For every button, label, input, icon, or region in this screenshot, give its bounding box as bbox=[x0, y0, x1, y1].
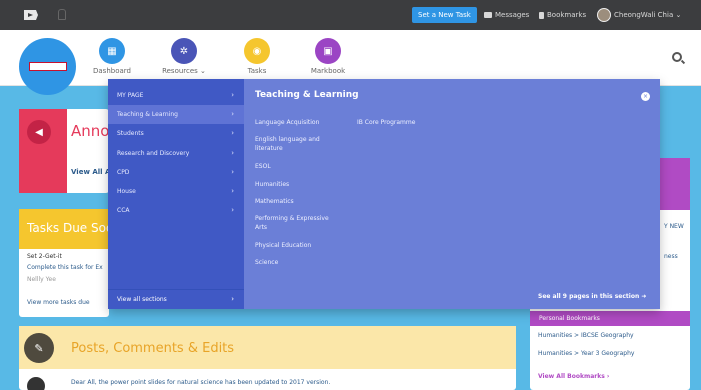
posts-title: Posts, Comments & Edits bbox=[71, 341, 235, 356]
envelope-icon bbox=[484, 12, 492, 18]
view-more-tasks-link[interactable]: View more tasks due bbox=[27, 299, 90, 306]
chevron-right-icon: › bbox=[231, 206, 234, 214]
submenu-link[interactable]: Humanities bbox=[255, 180, 335, 189]
submenu-link[interactable]: Physical Education bbox=[255, 241, 335, 250]
bookmarks-label: Bookmarks bbox=[547, 11, 587, 19]
menu-item-students[interactable]: Students › bbox=[108, 124, 244, 143]
chevron-right-icon: › bbox=[231, 295, 234, 303]
menu-item-cca[interactable]: CCA › bbox=[108, 201, 244, 220]
resources-icon: ✲ bbox=[171, 38, 197, 64]
dashboard-icon: ▦ bbox=[99, 38, 125, 64]
chevron-right-icon: › bbox=[231, 110, 234, 118]
nav-resources[interactable]: ✲ Resources ⌄ bbox=[159, 38, 209, 75]
menu-item-my-page[interactable]: MY PAGE › bbox=[108, 86, 244, 105]
menu-item-label: Teaching & Learning bbox=[117, 111, 178, 118]
task-item-link[interactable]: Complete this task for Ex bbox=[27, 264, 103, 271]
menu-item-label: Research and Discovery bbox=[117, 150, 190, 157]
menu-item-cpd[interactable]: CPD › bbox=[108, 163, 244, 182]
submenu-link[interactable]: IB Core Programme bbox=[357, 118, 447, 127]
menu-item-label: House bbox=[117, 188, 136, 195]
view-all-sections-label: View all sections bbox=[117, 296, 167, 303]
task-item-title: Set 2-Get-it bbox=[27, 253, 62, 260]
nav-tasks[interactable]: ◉ Tasks bbox=[232, 38, 282, 75]
nav-label: Tasks bbox=[247, 67, 267, 75]
app-logo-icon[interactable] bbox=[22, 8, 40, 22]
chevron-right-icon: › bbox=[231, 129, 234, 137]
arrow-right-icon: ➜ bbox=[641, 293, 647, 300]
comments-icon: ✎ bbox=[24, 333, 54, 363]
bookmark-link[interactable]: Humanities > Year 3 Geography bbox=[538, 350, 634, 357]
announcements-title: Anno bbox=[71, 122, 110, 140]
markbook-icon: ▣ bbox=[315, 38, 341, 64]
bookmark-icon bbox=[539, 11, 544, 19]
nav-dashboard[interactable]: ▦ Dashboard bbox=[87, 38, 137, 75]
megaphone-icon: ◀ bbox=[27, 120, 51, 144]
search-icon[interactable] bbox=[672, 52, 682, 62]
messages-label: Messages bbox=[495, 11, 530, 19]
submenu-link[interactable]: Performing & Expressive Arts bbox=[255, 214, 335, 232]
menu-item-label: MY PAGE bbox=[117, 92, 144, 99]
view-all-announcements-link[interactable]: View All A bbox=[71, 168, 110, 176]
bookmark-link[interactable]: Humanities > IBCSE Geography bbox=[538, 332, 634, 339]
post-snippet[interactable]: Dear All, the power point slides for nat… bbox=[71, 379, 330, 386]
menu-item-label: CPD bbox=[117, 169, 130, 176]
menu-item-house[interactable]: House › bbox=[108, 182, 244, 201]
school-logo-mark bbox=[28, 62, 67, 71]
lock-icon bbox=[58, 9, 66, 20]
submenu-link[interactable]: English language and literature bbox=[255, 135, 335, 153]
see-all-pages-link[interactable]: See all 9 pages in this section ➜ bbox=[538, 293, 646, 300]
submenu-link[interactable]: ESOL bbox=[255, 162, 335, 171]
nav-markbook[interactable]: ▣ Markbook bbox=[303, 38, 353, 75]
menu-item-research[interactable]: Research and Discovery › bbox=[108, 144, 244, 163]
menu-item-label: Students bbox=[117, 130, 144, 137]
tasks-icon: ◉ bbox=[244, 38, 270, 64]
set-new-task-button[interactable]: Set a New Task bbox=[412, 7, 477, 23]
top-bar: Set a New Task Messages Bookmarks Cheong… bbox=[0, 0, 701, 30]
chevron-right-icon: › bbox=[231, 91, 234, 99]
menu-section-title: Teaching & Learning bbox=[255, 90, 359, 100]
tasks-title: Tasks Due Soo bbox=[19, 209, 109, 249]
nav-label: Dashboard bbox=[93, 67, 131, 75]
submenu-link[interactable]: Language Acquisition bbox=[255, 118, 335, 127]
menu-item-teaching-learning[interactable]: Teaching & Learning › bbox=[108, 105, 244, 124]
nav-label: Resources ⌄ bbox=[162, 67, 206, 75]
chevron-right-icon: › bbox=[231, 168, 234, 176]
avatar bbox=[597, 8, 611, 22]
bookmarks-link[interactable]: Bookmarks bbox=[539, 8, 586, 22]
personal-bookmarks-tab[interactable]: Personal Bookmarks bbox=[530, 311, 690, 326]
school-logo[interactable] bbox=[19, 38, 76, 95]
submenu-link[interactable]: Mathematics bbox=[255, 197, 335, 206]
see-all-label: See all 9 pages in this section bbox=[538, 293, 640, 300]
view-all-sections-link[interactable]: View all sections › bbox=[108, 289, 244, 309]
chevron-right-icon: › bbox=[231, 187, 234, 195]
task-item-meta: Nellly Yee bbox=[27, 276, 56, 283]
close-icon[interactable]: × bbox=[641, 92, 650, 101]
messages-link[interactable]: Messages bbox=[484, 8, 529, 22]
avatar bbox=[27, 377, 45, 390]
nav-label: Markbook bbox=[310, 67, 346, 75]
submenu-link[interactable]: Science bbox=[255, 258, 335, 267]
view-all-bookmarks-link[interactable]: View All Bookmarks › bbox=[538, 373, 609, 380]
user-menu[interactable]: CheongWali Chia ⌄ bbox=[597, 8, 681, 22]
menu-item-label: CCA bbox=[117, 207, 130, 214]
chevron-right-icon: › bbox=[231, 149, 234, 157]
bookmark-peek-text: ness bbox=[664, 253, 678, 260]
user-name: CheongWali Chia ⌄ bbox=[614, 11, 682, 19]
bookmark-peek-text: Y NEW bbox=[664, 223, 684, 230]
